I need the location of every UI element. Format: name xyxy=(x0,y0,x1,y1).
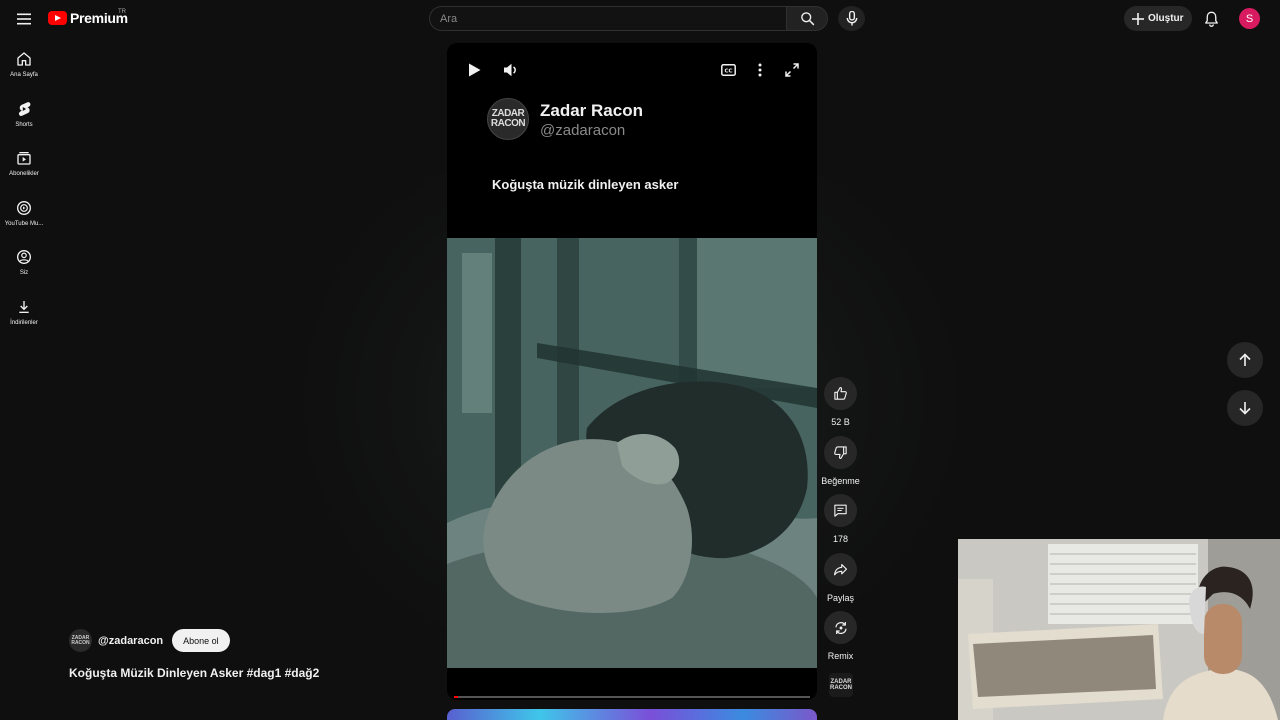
shorts-player[interactable]: CC ZADAR RACON Zadar Racon @zadaracon Ko… xyxy=(447,43,817,700)
overlay-channel-logo: ZADAR RACON xyxy=(487,98,529,140)
sidebar-item-label: Abonelikler xyxy=(9,171,39,177)
youtube-premium-logo[interactable]: Premium xyxy=(48,10,128,26)
sidebar-item-label: Siz xyxy=(19,270,29,276)
subscribe-button[interactable]: Abone ol xyxy=(172,629,230,652)
like-button[interactable] xyxy=(824,377,857,410)
thumbs-down-icon xyxy=(834,445,847,459)
bell-icon xyxy=(1204,11,1218,27)
webcam-overlay xyxy=(958,539,1280,720)
menu-button[interactable] xyxy=(10,6,38,32)
more-options-button[interactable] xyxy=(749,59,771,81)
subscriptions-icon xyxy=(17,152,31,165)
share-label: Paylaş xyxy=(826,592,854,603)
sidebar-item-home[interactable]: Ana Sayfa xyxy=(0,44,48,94)
next-short-button[interactable] xyxy=(1227,390,1263,426)
youtube-play-icon xyxy=(48,11,67,25)
remix-label: Remix xyxy=(827,651,854,662)
logo-text-line: RACON xyxy=(71,639,90,646)
country-code: TR xyxy=(118,9,126,15)
overlay-channel-handle: @zadaracon xyxy=(540,122,626,139)
create-label: Oluştur xyxy=(1148,13,1184,24)
arrow-up-icon xyxy=(1239,353,1251,366)
you-icon xyxy=(17,250,31,264)
thumbs-up-icon xyxy=(834,387,847,400)
hamburger-icon xyxy=(17,13,31,25)
shorts-icon xyxy=(18,101,31,116)
more-vertical-icon xyxy=(758,63,762,77)
create-button[interactable]: Oluştur xyxy=(1124,6,1192,31)
channel-info: ZADAR RACON @zadaracon Abone ol xyxy=(69,629,230,652)
sidebar-item-label: Shorts xyxy=(15,121,33,128)
sidebar-item-label: Ana Sayfa xyxy=(10,72,38,78)
play-button[interactable] xyxy=(463,59,485,81)
sidebar-item-youtube-music[interactable]: YouTube Mu... xyxy=(0,193,48,243)
dislike-label: Beğenme xyxy=(821,475,860,486)
share-icon xyxy=(834,563,847,576)
arrow-down-icon xyxy=(1239,402,1251,415)
dislike-button[interactable] xyxy=(824,435,857,469)
voice-search-button[interactable] xyxy=(838,6,865,31)
search-box xyxy=(429,6,786,31)
share-action: Paylaş xyxy=(820,552,861,612)
like-count: 52 B xyxy=(831,417,850,427)
previous-short-button[interactable] xyxy=(1227,342,1263,378)
action-column: 52 B Beğenme 178 Paylaş Remix xyxy=(820,377,861,670)
overlay-caption: Koğuşta müzik dinleyen asker xyxy=(492,177,679,192)
avatar[interactable]: S xyxy=(1239,8,1260,29)
comment-icon xyxy=(834,504,847,517)
sidebar-item-label: İndirilenler xyxy=(10,319,38,326)
comment-count: 178 xyxy=(832,534,849,545)
captions-button[interactable]: CC xyxy=(717,59,739,81)
webcam-scene xyxy=(958,539,1280,720)
channel-avatar-button[interactable]: ZADAR RACON xyxy=(829,673,853,697)
fullscreen-button[interactable] xyxy=(781,59,803,81)
channel-handle[interactable]: @zadaracon xyxy=(98,635,163,647)
video-title: Koğuşta Müzik Dinleyen Asker #dag1 #dağ2 xyxy=(69,666,320,680)
search-input[interactable] xyxy=(430,7,786,30)
video-frame[interactable] xyxy=(447,238,817,668)
notifications-button[interactable] xyxy=(1199,7,1223,31)
play-icon xyxy=(468,63,480,77)
svg-text:CC: CC xyxy=(724,68,732,74)
volume-button[interactable] xyxy=(499,59,521,81)
logo-text-line: RACON xyxy=(490,118,526,129)
home-icon xyxy=(17,52,31,66)
sidebar-item-you[interactable]: Siz xyxy=(0,242,48,292)
remix-button[interactable] xyxy=(824,611,857,645)
comments-button[interactable] xyxy=(824,494,857,528)
share-button[interactable] xyxy=(824,552,857,586)
logo-text-line: RACON xyxy=(830,685,852,691)
video-scene xyxy=(447,238,817,668)
remix-icon xyxy=(834,621,847,634)
overlay-channel-name: Zadar Racon xyxy=(540,101,643,120)
progress-fill xyxy=(454,696,458,698)
sidebar-item-downloads[interactable]: İndirilenler xyxy=(0,292,48,342)
next-short-preview[interactable] xyxy=(447,709,817,720)
search-button[interactable] xyxy=(786,6,828,31)
downloads-icon xyxy=(19,300,29,313)
microphone-icon xyxy=(846,11,857,26)
progress-bar[interactable] xyxy=(454,696,810,698)
plus-icon xyxy=(1132,12,1144,25)
closed-captions-icon: CC xyxy=(720,64,736,76)
like-action: 52 B xyxy=(820,377,861,436)
sidebar: Ana Sayfa Shorts Abonelikler YouTube Mu.… xyxy=(0,44,48,341)
remix-action: Remix xyxy=(820,611,861,670)
search-icon xyxy=(800,12,814,26)
volume-icon xyxy=(503,63,516,77)
channel-logo-small[interactable]: ZADAR RACON xyxy=(69,629,92,652)
expand-icon xyxy=(785,63,799,77)
comments-action: 178 xyxy=(820,494,861,553)
dislike-action: Beğenme xyxy=(820,435,861,495)
top-bar: Premium TR Oluştur S xyxy=(0,0,1280,38)
sidebar-item-subscriptions[interactable]: Abonelikler xyxy=(0,143,48,193)
sidebar-item-shorts[interactable]: Shorts xyxy=(0,94,48,144)
youtube-music-icon xyxy=(17,200,31,215)
sidebar-item-label: YouTube Mu... xyxy=(4,220,44,227)
